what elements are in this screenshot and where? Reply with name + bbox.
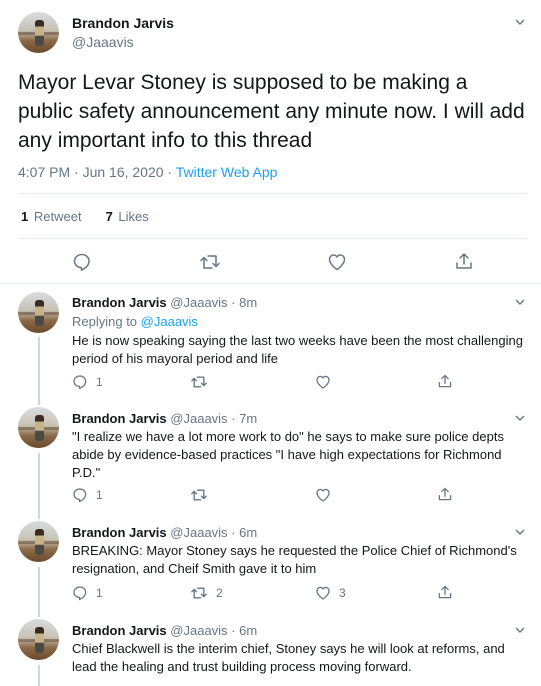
retweet-count: 2 [216, 586, 223, 600]
chevron-down-icon[interactable] [515, 527, 525, 537]
retweets-stat[interactable]: 1 Retweet [21, 209, 82, 224]
reply-count: 1 [96, 586, 103, 600]
avatar-photo-figure [35, 529, 44, 555]
retweet-button[interactable]: 2 [190, 585, 223, 601]
thread-line [38, 453, 40, 519]
tweet-timestamp[interactable]: 4:07 PM · Jun 16, 2020 · [18, 164, 176, 180]
divider [0, 283, 541, 284]
avatar[interactable] [18, 619, 59, 660]
author-handle-time[interactable]: @Jaaavis · 8m [170, 295, 257, 310]
avatar-photo-figure [35, 300, 44, 326]
avatar-photo-figure [35, 627, 44, 653]
tweet-meta: 4:07 PM · Jun 16, 2020 · Twitter Web App [18, 164, 277, 180]
tweet-text: He is now speaking saying the last two w… [72, 333, 523, 366]
tweet-source[interactable]: Twitter Web App [176, 164, 278, 180]
retweet-icon[interactable] [199, 252, 221, 272]
tweet-text: BREAKING: Mayor Stoney says he requested… [72, 543, 517, 576]
heart-icon[interactable] [327, 252, 347, 272]
thread-line [38, 337, 40, 405]
divider [18, 193, 527, 194]
retweet-button[interactable] [190, 487, 216, 503]
thread-line [38, 665, 40, 686]
author-handle-time[interactable]: @Jaaavis · 6m [170, 623, 257, 638]
thread-line [38, 567, 40, 617]
author-name[interactable]: Brandon Jarvis [72, 411, 167, 426]
author-name[interactable]: Brandon Jarvis [72, 525, 167, 540]
share-button[interactable] [437, 486, 461, 502]
chevron-down-icon[interactable] [515, 17, 525, 27]
tweet-text: Chief Blackwell is the interim chief, St… [72, 641, 505, 674]
reply-header: Brandon Jarvis @Jaaavis · 8m [72, 295, 257, 310]
author-handle-time[interactable]: @Jaaavis · 7m [170, 411, 257, 426]
likes-count: 7 [105, 209, 113, 224]
like-button[interactable]: 3 [315, 585, 346, 601]
reply-icon[interactable] [72, 252, 92, 272]
like-button[interactable] [315, 487, 339, 503]
reply-header: Brandon Jarvis @Jaaavis · 7m [72, 411, 257, 426]
author-handle[interactable]: @Jaaavis [72, 34, 134, 50]
tweet-stats: 1 Retweet 7 Likes [21, 209, 149, 224]
reply-button[interactable]: 1 [72, 585, 103, 601]
chevron-down-icon[interactable] [515, 413, 525, 423]
likes-stat[interactable]: 7 Likes [106, 209, 149, 224]
share-icon[interactable] [454, 251, 474, 271]
avatar[interactable] [18, 292, 59, 333]
reply-count: 1 [96, 375, 103, 389]
avatar[interactable] [18, 12, 59, 53]
like-button[interactable] [315, 374, 339, 390]
tweet-text: Mayor Levar Stoney is supposed to be mak… [18, 71, 525, 152]
likes-label: Likes [118, 209, 149, 224]
retweet-button[interactable] [190, 374, 216, 390]
reply-button[interactable]: 1 [72, 374, 103, 390]
avatar[interactable] [18, 407, 59, 448]
reply-count: 1 [96, 488, 103, 502]
like-count: 3 [339, 586, 346, 600]
share-button[interactable] [437, 584, 461, 600]
replying-to-link[interactable]: @Jaaavis [141, 314, 198, 329]
retweets-count: 1 [21, 209, 29, 224]
reply-header: Brandon Jarvis @Jaaavis · 6m [72, 525, 257, 540]
author-name[interactable]: Brandon Jarvis [72, 15, 174, 31]
replying-to: Replying to @Jaaavis [72, 314, 198, 329]
avatar-photo-figure [35, 20, 44, 46]
avatar-photo-figure [35, 415, 44, 441]
share-button[interactable] [437, 373, 461, 389]
tweet-text: "I realize we have a lot more work to do… [72, 429, 504, 480]
replying-to-prefix: Replying to [72, 314, 141, 329]
author-handle-time[interactable]: @Jaaavis · 6m [170, 525, 257, 540]
chevron-down-icon[interactable] [515, 625, 525, 635]
chevron-down-icon[interactable] [515, 297, 525, 307]
reply-header: Brandon Jarvis @Jaaavis · 6m [72, 623, 257, 638]
avatar[interactable] [18, 521, 59, 562]
divider [18, 238, 527, 239]
author-name[interactable]: Brandon Jarvis [72, 295, 167, 310]
reply-button[interactable]: 1 [72, 487, 103, 503]
retweets-label: Retweet [33, 209, 82, 224]
author-name[interactable]: Brandon Jarvis [72, 623, 167, 638]
